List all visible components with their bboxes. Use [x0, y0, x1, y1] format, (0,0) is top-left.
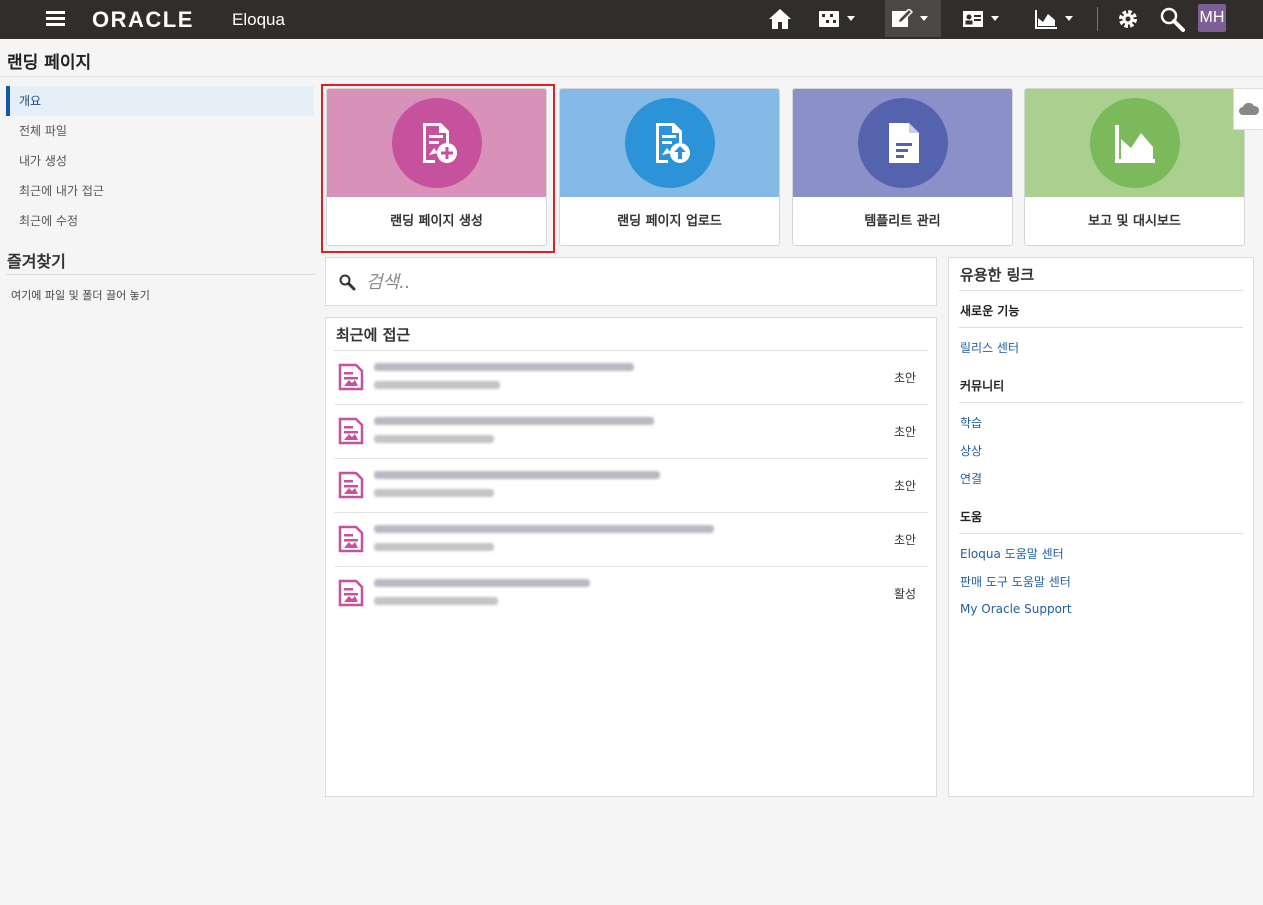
- redacted-name: [374, 471, 660, 479]
- section-header-help: 도움: [960, 510, 983, 524]
- tile-label: 보고 및 대시보드: [1088, 214, 1181, 229]
- redacted-name: [374, 579, 590, 587]
- table-row[interactable]: 초안: [334, 351, 928, 405]
- search-icon: [1160, 7, 1185, 32]
- home-button[interactable]: [768, 0, 792, 37]
- oracle-logo[interactable]: ORACLE: [92, 7, 194, 33]
- manage-templates-tile[interactable]: 템플리트 관리: [792, 88, 1013, 246]
- table-row[interactable]: 초안: [334, 405, 928, 459]
- landing-page-icon: [338, 417, 364, 445]
- link-imagine[interactable]: 상상: [960, 442, 982, 459]
- tile-label: 랜딩 페이지 업로드: [617, 214, 722, 229]
- recent-panel: 최근에 접근 초안 초안 초안 초안 활성: [325, 317, 937, 797]
- sidebar-item-overview[interactable]: 개요: [6, 86, 314, 116]
- landing-page-icon: [338, 525, 364, 553]
- tile-label: 랜딩 페이지 생성: [390, 214, 483, 229]
- divider: [959, 327, 1243, 328]
- divider: [6, 274, 315, 275]
- top-navigation-bar: ORACLE Eloqua MH: [0, 0, 1263, 39]
- landing-page-create-icon: [422, 123, 457, 163]
- hamburger-menu-icon[interactable]: [46, 9, 66, 29]
- link-release-center[interactable]: 릴리스 센터: [960, 339, 1019, 356]
- search-icon: [339, 274, 356, 291]
- tile-label: 템플리트 관리: [864, 214, 941, 229]
- reports-dashboards-tile[interactable]: 보고 및 대시보드: [1024, 88, 1245, 246]
- area-chart-icon: [1035, 9, 1057, 29]
- link-my-oracle-support[interactable]: My Oracle Support: [960, 602, 1072, 616]
- upload-landing-page-tile[interactable]: 랜딩 페이지 업로드: [559, 88, 780, 246]
- panel-title: 유용한 링크: [960, 266, 1035, 284]
- redacted-meta: [374, 597, 498, 605]
- table-row[interactable]: 초안: [334, 459, 928, 513]
- landing-page-icon: [338, 579, 364, 607]
- landing-page-icon: [338, 471, 364, 499]
- cloud-tab[interactable]: [1233, 88, 1263, 130]
- divider: [959, 402, 1243, 403]
- redacted-name: [374, 363, 634, 371]
- redacted-name: [374, 417, 654, 425]
- chevron-down-icon: [991, 16, 999, 21]
- home-icon: [769, 8, 791, 29]
- landing-page-icon: [338, 363, 364, 391]
- divider: [959, 290, 1243, 291]
- table-row[interactable]: 활성: [334, 567, 928, 621]
- campaigns-menu-button[interactable]: [818, 0, 855, 37]
- status-badge: 초안: [894, 425, 917, 439]
- template-icon: [888, 123, 919, 163]
- divider: [0, 76, 1263, 77]
- status-badge: 초안: [894, 371, 917, 385]
- link-connect[interactable]: 연결: [960, 470, 982, 487]
- contact-card-icon: [963, 10, 983, 27]
- status-badge: 활성: [894, 587, 917, 601]
- favorites-drop-hint[interactable]: 여기에 파일 및 폴더 끌어 놓기: [11, 287, 150, 303]
- divider: [959, 533, 1243, 534]
- section-header-community: 커뮤니티: [960, 379, 1005, 393]
- campaign-canvas-icon: [819, 10, 839, 27]
- status-badge: 초안: [894, 479, 917, 493]
- settings-button[interactable]: [1116, 0, 1140, 37]
- avatar[interactable]: MH: [1198, 4, 1226, 32]
- cloud-icon: [1238, 102, 1259, 115]
- search-box: [325, 257, 937, 306]
- table-row[interactable]: 초안: [334, 513, 928, 567]
- chart-icon: [1114, 125, 1155, 163]
- edit-icon: [892, 8, 913, 27]
- gear-icon: [1119, 9, 1137, 28]
- search-button[interactable]: [1159, 0, 1185, 37]
- page-title: 랜딩 페이지: [7, 53, 92, 73]
- redacted-meta: [374, 435, 494, 443]
- useful-links-panel: 유용한 링크 새로운 기능 릴리스 센터 커뮤니티 학습 상상 연결 도움 El…: [948, 257, 1254, 797]
- assets-menu-button[interactable]: [885, 0, 941, 37]
- section-header-whats-new: 새로운 기능: [960, 304, 1020, 318]
- landing-page-upload-icon: [655, 123, 690, 163]
- contacts-menu-button[interactable]: [962, 0, 999, 37]
- insight-menu-button[interactable]: [1034, 0, 1073, 37]
- redacted-meta: [374, 381, 500, 389]
- chevron-down-icon: [847, 16, 855, 21]
- create-landing-page-tile[interactable]: 랜딩 페이지 생성: [326, 88, 547, 246]
- sidebar-item-recently-accessed[interactable]: 최근에 내가 접근: [6, 176, 314, 206]
- status-badge: 초안: [894, 533, 917, 547]
- link-sales-tools-help-center[interactable]: 판매 도구 도움말 센터: [960, 573, 1071, 590]
- panel-title: 최근에 접근: [336, 326, 411, 344]
- chevron-down-icon: [1065, 16, 1073, 21]
- redacted-meta: [374, 489, 494, 497]
- chevron-down-icon: [920, 16, 928, 21]
- redacted-name: [374, 525, 714, 533]
- divider: [1097, 7, 1098, 31]
- sidebar-item-created-by-me[interactable]: 내가 생성: [6, 146, 314, 176]
- sidebar-item-all-files[interactable]: 전체 파일: [6, 116, 314, 146]
- favorites-title: 즐겨찾기: [7, 252, 66, 271]
- product-name: Eloqua: [232, 10, 285, 29]
- search-input[interactable]: [366, 268, 926, 296]
- redacted-meta: [374, 543, 494, 551]
- link-learn[interactable]: 학습: [960, 414, 982, 431]
- sidebar-item-recently-modified[interactable]: 최근에 수정: [6, 206, 314, 236]
- link-eloqua-help-center[interactable]: Eloqua 도움말 센터: [960, 545, 1064, 562]
